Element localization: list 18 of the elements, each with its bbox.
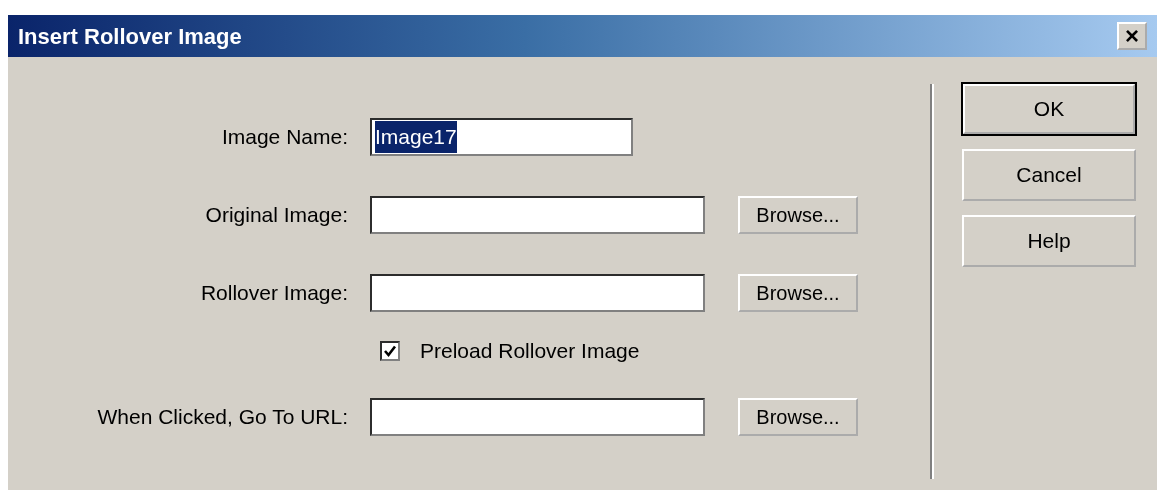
browse-button[interactable]: Browse...	[738, 397, 858, 436]
field-label: Image Name:	[220, 124, 348, 151]
text-field[interactable]	[370, 274, 705, 312]
window-title: Insert Rollover Image	[18, 22, 242, 51]
field-label: Rollover Image:	[199, 280, 348, 307]
close-button[interactable]: ×	[1117, 22, 1147, 50]
text-field[interactable]	[370, 397, 705, 436]
text-field[interactable]: Image17	[370, 118, 633, 156]
checkbox[interactable]	[380, 340, 400, 361]
browse-button[interactable]: Browse...	[738, 274, 858, 312]
text-field[interactable]	[370, 196, 705, 234]
dialog-button[interactable]: OK	[962, 83, 1136, 135]
browse-button[interactable]: Browse...	[738, 196, 858, 234]
checkbox-label: Preload Rollover Image	[420, 338, 640, 364]
dialog-button[interactable]: Help	[962, 215, 1136, 267]
field-label: When Clicked, Go To URL:	[96, 403, 348, 430]
dialog-button[interactable]: Cancel	[962, 149, 1136, 201]
field-label: Original Image:	[204, 202, 348, 229]
